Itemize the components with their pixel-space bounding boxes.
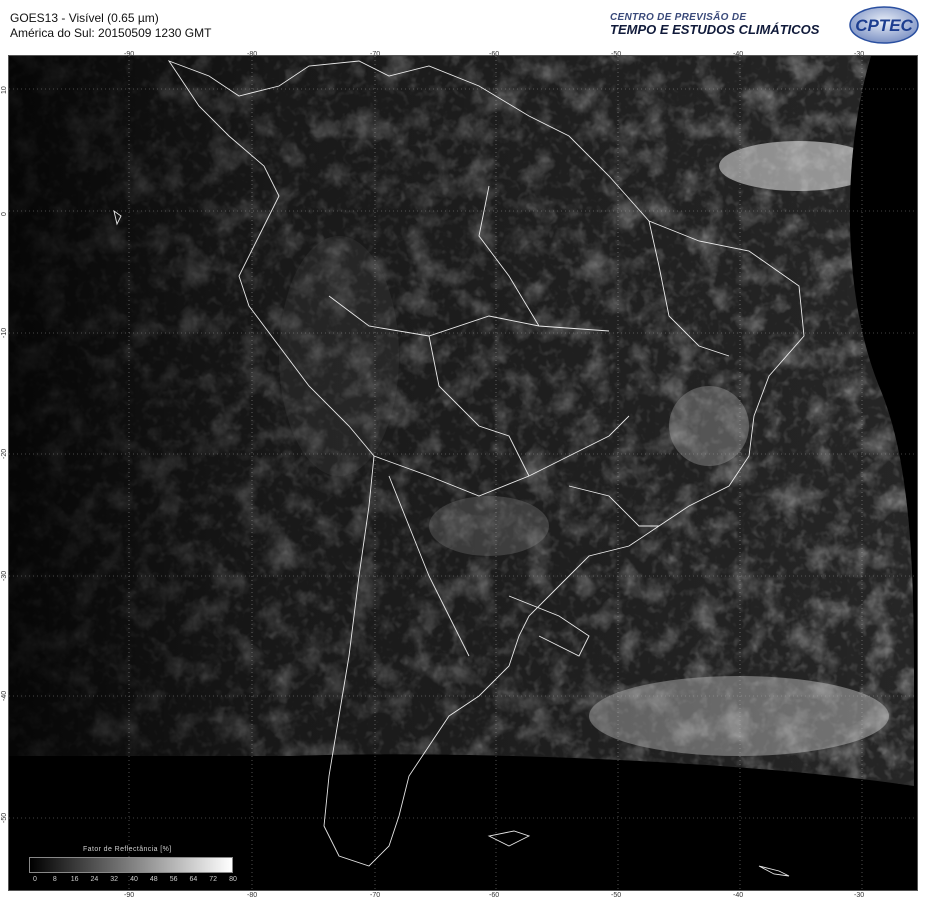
latitude-tick-left: -50: [1, 812, 8, 823]
latitude-tick-left: -40: [1, 690, 8, 701]
legend-colorbar: [29, 857, 233, 873]
legend-tick-label: 80: [229, 876, 237, 883]
latitude-tick-left: -10: [1, 327, 8, 338]
legend-tick-label: 0: [33, 876, 37, 883]
latitude-tick-left: -20: [1, 448, 8, 459]
satellite-map[interactable]: Fator de Reflectância [%] 0 8 16 24 32 40 48 56…: [8, 55, 918, 891]
longitude-tick-bottom: -80: [247, 892, 258, 899]
legend-tick-label: 72: [209, 876, 218, 883]
legend-tick-label: 8: [52, 876, 57, 883]
longitude-tick-bottom: -50: [611, 892, 622, 899]
longitude-tick-top: -80: [247, 51, 258, 58]
longitude-tick-top: -70: [370, 51, 381, 58]
latitude-tick-left: 10: [1, 86, 8, 94]
longitude-tick-top: -30: [854, 51, 865, 58]
legend-title: Fator de Reflectância [%]: [83, 846, 172, 853]
legend-tick-label: 16: [70, 876, 79, 883]
legend-tick-label: 64: [189, 876, 198, 883]
header: GOES13 - Visível (0.65 µm) América do Su…: [0, 0, 925, 50]
org-name-bottom: TEMPO E ESTUDOS CLIMÁTICOS: [610, 22, 820, 37]
logo-text: CPTEC: [855, 16, 913, 35]
longitude-tick-bottom: -40: [733, 892, 744, 899]
legend-tick-label: 56: [169, 876, 178, 883]
cptec-logo-icon: CPTEC: [849, 6, 919, 44]
longitude-tick-top: -90: [124, 51, 135, 58]
longitude-tick-bottom: -70: [370, 892, 381, 899]
longitude-tick-top: -50: [611, 51, 622, 58]
legend-tick-label: 32: [110, 876, 119, 883]
longitude-tick-top: -60: [489, 51, 500, 58]
legend-tick-label: 48: [149, 876, 158, 883]
latitude-tick-left: 0: [1, 212, 8, 216]
legend-tick-label: 24: [90, 876, 99, 883]
product-title: GOES13 - Visível (0.65 µm): [10, 11, 159, 25]
satellite-image: [9, 56, 917, 890]
longitude-tick-bottom: -90: [124, 892, 135, 899]
reflectance-legend: Fator de Reflectância [%] 0 8 16 24 32 40 48 56…: [29, 846, 249, 886]
region-datetime: América do Sul: 20150509 1230 GMT: [10, 26, 212, 40]
legend-tick-label: 40: [130, 876, 138, 883]
latitude-tick-left: -30: [1, 570, 8, 581]
longitude-tick-bottom: -30: [854, 892, 865, 899]
longitude-tick-top: -40: [733, 51, 744, 58]
longitude-tick-bottom: -60: [489, 892, 500, 899]
